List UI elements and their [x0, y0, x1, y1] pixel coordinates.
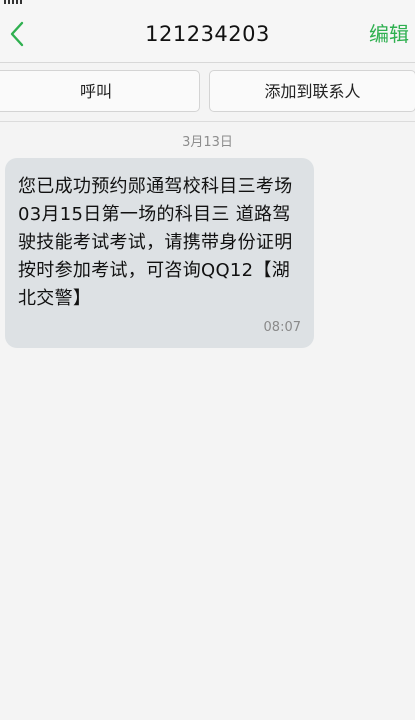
page-title: 121234203	[145, 22, 270, 46]
back-button[interactable]	[0, 6, 34, 62]
edit-button[interactable]: 编辑	[369, 6, 409, 62]
message-bubble[interactable]: 您已成功预约郧通驾校科目三考场03月15日第一场的科目三 道路驾驶技能考试考试，…	[5, 158, 314, 348]
nav-bar: 121234203 编辑	[0, 6, 415, 63]
signal-icon	[4, 0, 22, 4]
date-separator: 3月13日	[182, 135, 233, 150]
action-bar: 呼叫 添加到联系人	[0, 63, 415, 122]
call-button[interactable]: 呼叫	[0, 70, 200, 112]
sms-conversation-screen: 121234203 编辑 呼叫 添加到联系人 3月13日 您已成功预约郧通驾校科…	[0, 0, 415, 720]
message-timestamp: 08:07	[263, 320, 301, 335]
add-to-contacts-button[interactable]: 添加到联系人	[209, 70, 415, 112]
message-text: 您已成功预约郧通驾校科目三考场03月15日第一场的科目三 道路驾驶技能考试考试，…	[18, 176, 293, 309]
chevron-left-icon	[10, 21, 24, 47]
